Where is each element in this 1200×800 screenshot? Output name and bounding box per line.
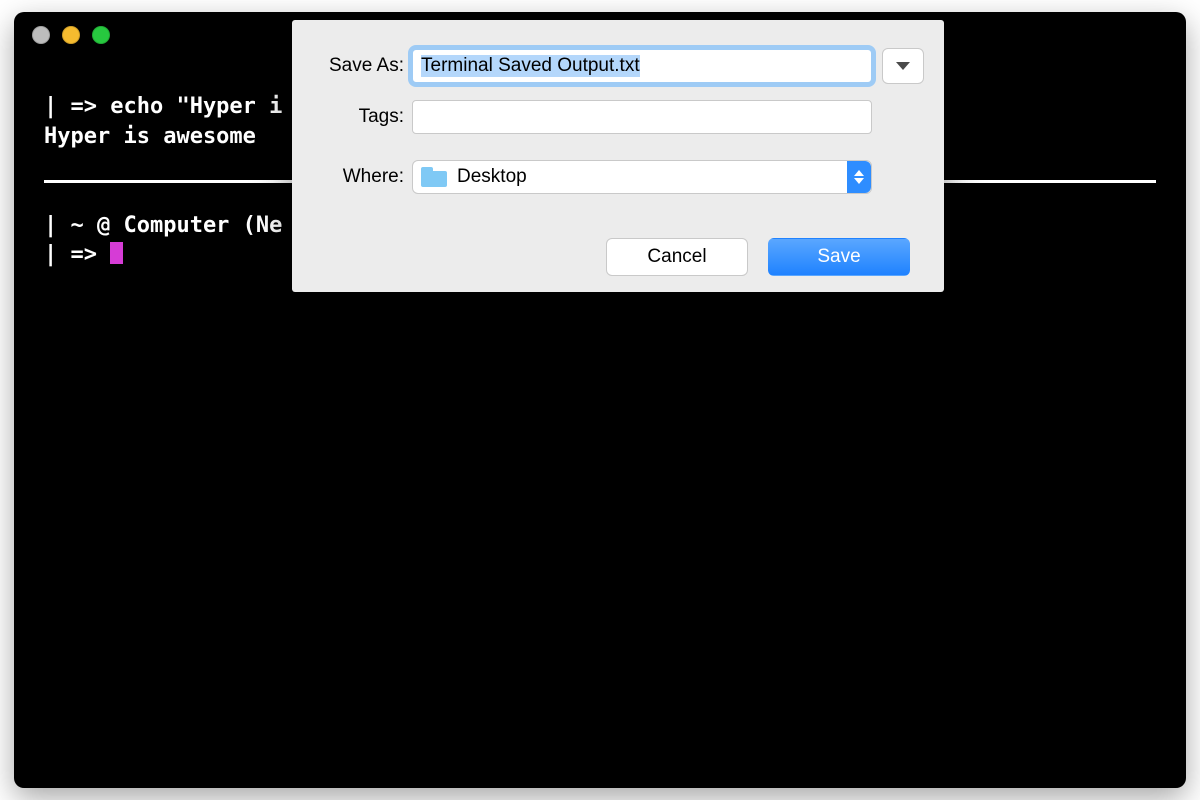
cursor xyxy=(110,242,123,264)
where-value: Desktop xyxy=(457,166,871,188)
maximize-window-button[interactable] xyxy=(92,26,110,44)
expand-save-panel-button[interactable] xyxy=(882,48,924,84)
terminal-window: | => echo "Hyper i Hyper is awesome | ~ … xyxy=(14,12,1186,788)
folder-icon xyxy=(421,167,447,187)
chevron-down-icon xyxy=(896,62,910,70)
cancel-button[interactable]: Cancel xyxy=(606,238,748,276)
terminal-line: | ~ @ Computer (Ne xyxy=(44,213,282,238)
terminal-line: Hyper is awesome xyxy=(44,124,256,149)
stepper-icon xyxy=(847,161,871,193)
where-label: Where: xyxy=(292,166,404,188)
save-as-input[interactable] xyxy=(412,49,872,83)
tags-label: Tags: xyxy=(292,106,404,128)
minimize-window-button[interactable] xyxy=(62,26,80,44)
save-as-label: Save As: xyxy=(292,55,404,77)
save-button[interactable]: Save xyxy=(768,238,910,276)
tags-input[interactable] xyxy=(412,100,872,134)
close-window-button[interactable] xyxy=(32,26,50,44)
terminal-line: | => xyxy=(44,242,110,267)
dialog-button-row: Cancel Save xyxy=(606,238,910,276)
where-select[interactable]: Desktop xyxy=(412,160,872,194)
save-dialog: Save As: Tags: Where: Desktop Ca xyxy=(292,20,944,292)
terminal-line: | => echo "Hyper i xyxy=(44,94,282,119)
